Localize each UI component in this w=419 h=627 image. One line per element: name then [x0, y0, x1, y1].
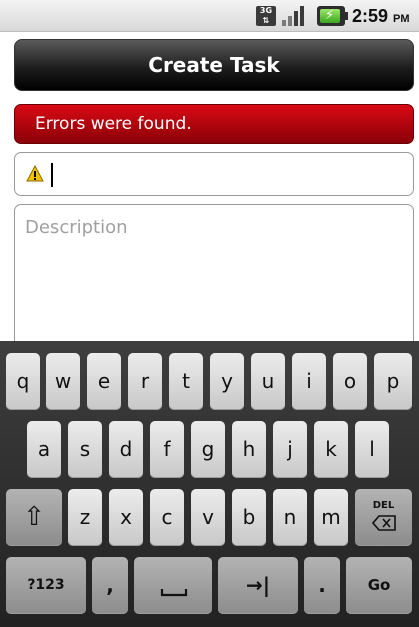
key-m[interactable]: m: [314, 489, 348, 546]
key-comma[interactable]: ,: [92, 557, 128, 614]
key-a[interactable]: a: [27, 421, 61, 478]
key-s[interactable]: s: [68, 421, 102, 478]
backspace-icon: [372, 515, 396, 531]
key-x[interactable]: x: [109, 489, 143, 546]
key-b[interactable]: b: [232, 489, 266, 546]
key-go[interactable]: Go: [346, 557, 412, 614]
key-l[interactable]: l: [355, 421, 389, 478]
key-z[interactable]: z: [68, 489, 102, 546]
clock: 2:59 PM: [352, 6, 410, 26]
key-j[interactable]: j: [273, 421, 307, 478]
key-e[interactable]: e: [87, 353, 121, 410]
space-bar-icon: [160, 589, 188, 597]
key-d[interactable]: d: [109, 421, 143, 478]
key-tab[interactable]: →|: [218, 557, 298, 614]
key-p[interactable]: p: [374, 353, 412, 410]
key-symbols[interactable]: ?123: [6, 557, 86, 614]
signal-strength-icon: [282, 6, 304, 26]
key-o[interactable]: o: [333, 353, 367, 410]
key-r[interactable]: r: [128, 353, 162, 410]
title-bar: Create Task: [14, 39, 414, 91]
key-n[interactable]: n: [273, 489, 307, 546]
key-i[interactable]: i: [292, 353, 326, 410]
description-field[interactable]: Description: [14, 204, 414, 364]
key-y[interactable]: y: [210, 353, 244, 410]
key-delete[interactable]: DEL: [355, 489, 412, 546]
key-k[interactable]: k: [314, 421, 348, 478]
key-h[interactable]: h: [232, 421, 266, 478]
key-w[interactable]: w: [46, 353, 80, 410]
page-title: Create Task: [148, 53, 280, 77]
key-shift[interactable]: ⇧: [6, 489, 62, 546]
key-c[interactable]: c: [150, 489, 184, 546]
key-u[interactable]: u: [251, 353, 285, 410]
key-period[interactable]: .: [304, 557, 340, 614]
error-banner: Errors were found.: [14, 104, 414, 144]
soft-keyboard: q w e r t y u i o p a s d f g h j k l ⇧ …: [0, 341, 419, 627]
key-v[interactable]: v: [191, 489, 225, 546]
key-g[interactable]: g: [191, 421, 225, 478]
warning-icon: [26, 165, 44, 182]
text-cursor: [51, 163, 53, 187]
key-f[interactable]: f: [150, 421, 184, 478]
network-3g-icon: 3G ⇅: [256, 6, 276, 26]
key-space[interactable]: [134, 557, 212, 614]
delete-label: DEL: [372, 500, 395, 511]
error-message: Errors were found.: [35, 114, 192, 134]
task-title-input[interactable]: [14, 152, 414, 196]
battery-charging-icon: ⚡: [317, 6, 348, 26]
key-q[interactable]: q: [6, 353, 40, 410]
description-placeholder: Description: [25, 217, 128, 238]
key-t[interactable]: t: [169, 353, 203, 410]
status-bar: 3G ⇅ ⚡ 2:59 PM: [0, 0, 419, 32]
